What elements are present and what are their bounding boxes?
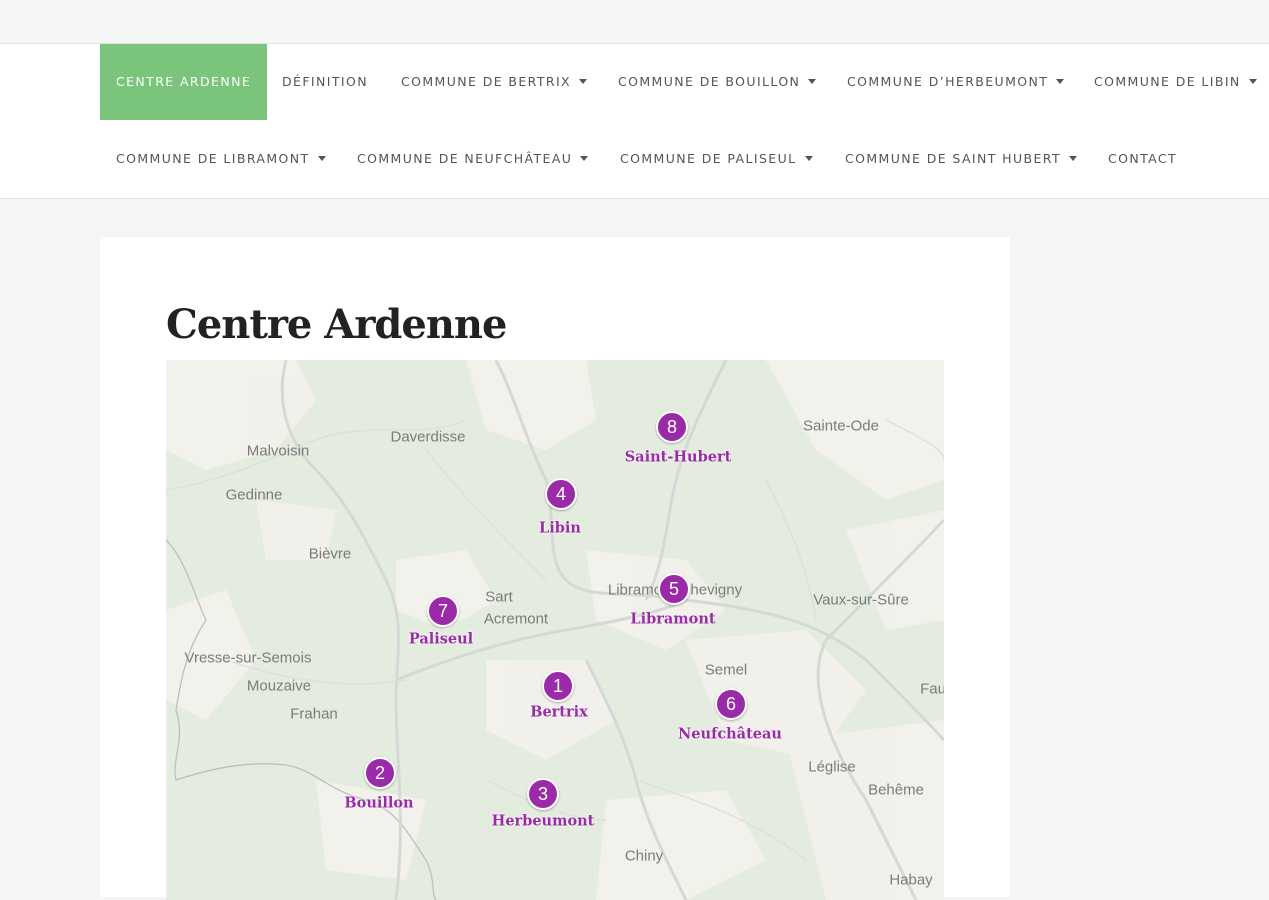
caret-down-icon [317, 156, 326, 161]
map-marker-libin[interactable]: 4 [545, 478, 577, 510]
map-marker-label: Saint-Hubert [624, 448, 732, 466]
map-place-label: Acremont [483, 610, 549, 628]
map-place-label: Malvoisin [246, 442, 310, 460]
main-navigation: CENTRE ARDENNE DÉFINITION COMMUNE DE BER… [0, 44, 1269, 199]
map[interactable]: Malvoisin Daverdisse Sainte-Ode Gedinne … [166, 360, 944, 900]
nav-label: COMMUNE DE LIBIN [1094, 74, 1241, 89]
nav-label: COMMUNE DE BERTRIX [401, 74, 572, 89]
map-marker-bouillon[interactable]: 2 [364, 757, 396, 789]
map-marker-label: Bertrix [530, 703, 588, 721]
nav-item-commune-de-paliseul[interactable]: COMMUNE DE PALISEUL [620, 121, 813, 197]
map-marker-label: Paliseul [408, 630, 474, 648]
map-place-label: Sart [485, 588, 513, 606]
map-marker-herbeumont[interactable]: 3 [527, 778, 559, 810]
nav-item-commune-de-bertrix[interactable]: COMMUNE DE BERTRIX [401, 44, 588, 120]
map-place-label: Gedinne [225, 486, 283, 504]
map-marker-saint-hubert[interactable]: 8 [656, 411, 688, 443]
map-marker-label: Bouillon [344, 794, 414, 812]
nav-label: COMMUNE DE PALISEUL [620, 151, 797, 166]
nav-item-centre-ardenne[interactable]: CENTRE ARDENNE [100, 44, 268, 120]
map-place-label: Léglise [808, 758, 856, 776]
caret-down-icon [579, 79, 588, 84]
content-card: Centre Ardenne Malvoisin Daverdisse Sain… [100, 237, 1010, 900]
nav-item-commune-de-bouillon[interactable]: COMMUNE DE BOUILLON [618, 44, 817, 120]
map-place-label: Behême [868, 781, 924, 799]
map-place-label: Bièvre [308, 545, 352, 563]
map-place-label: Daverdisse [390, 428, 466, 446]
nav-label: COMMUNE DE NEUFCHÂTEAU [357, 151, 573, 166]
map-place-label: Vresse-sur-Semois [184, 649, 312, 667]
map-place-label: Fau [920, 680, 944, 698]
map-marker-paliseul[interactable]: 7 [427, 595, 459, 627]
map-marker-label: Libramont [630, 610, 716, 628]
nav-label: COMMUNE DE SAINT HUBERT [845, 151, 1062, 166]
page-title: Centre Ardenne [166, 301, 507, 348]
nav-item-commune-de-libin[interactable]: COMMUNE DE LIBIN [1094, 44, 1257, 120]
nav-label: COMMUNE DE BOUILLON [618, 74, 801, 89]
map-marker-bertrix[interactable]: 1 [542, 670, 574, 702]
map-marker-label: Neufchâteau [678, 725, 782, 743]
caret-down-icon [804, 156, 813, 161]
map-place-label: Habay [889, 871, 933, 889]
nav-label: CONTACT [1108, 151, 1178, 166]
nav-item-commune-de-saint-hubert[interactable]: COMMUNE DE SAINT HUBERT [845, 121, 1078, 197]
caret-down-icon [1069, 156, 1078, 161]
map-place-label: Semel [704, 661, 748, 679]
map-marker-label: Herbeumont [491, 812, 595, 830]
top-bar [0, 0, 1269, 44]
map-place-label: Chiny [624, 847, 664, 865]
map-place-label: Frahan [290, 705, 338, 723]
map-place-label: Sainte-Ode [803, 417, 879, 435]
nav-item-definition[interactable]: DÉFINITION [282, 44, 368, 120]
caret-down-icon [808, 79, 817, 84]
caret-down-icon [580, 156, 589, 161]
nav-label: COMMUNE D’HERBEUMONT [847, 74, 1049, 89]
nav-label: DÉFINITION [282, 74, 368, 89]
map-marker-libramont[interactable]: 5 [658, 573, 690, 605]
nav-label: COMMUNE DE LIBRAMONT [116, 151, 310, 166]
nav-item-commune-de-libramont[interactable]: COMMUNE DE LIBRAMONT [116, 121, 326, 197]
caret-down-icon [1248, 79, 1257, 84]
nav-item-contact[interactable]: CONTACT [1108, 121, 1177, 197]
map-marker-neufchateau[interactable]: 6 [715, 688, 747, 720]
map-place-label: Mouzaive [246, 677, 312, 695]
nav-item-commune-de-neufchateau[interactable]: COMMUNE DE NEUFCHÂTEAU [357, 121, 589, 197]
nav-label: CENTRE ARDENNE [116, 74, 252, 89]
caret-down-icon [1056, 79, 1065, 84]
map-place-label: Vaux-sur-Sûre [813, 591, 909, 609]
map-marker-label: Libin [539, 519, 581, 537]
nav-item-commune-dherbeumont[interactable]: COMMUNE D’HERBEUMONT [847, 44, 1065, 120]
